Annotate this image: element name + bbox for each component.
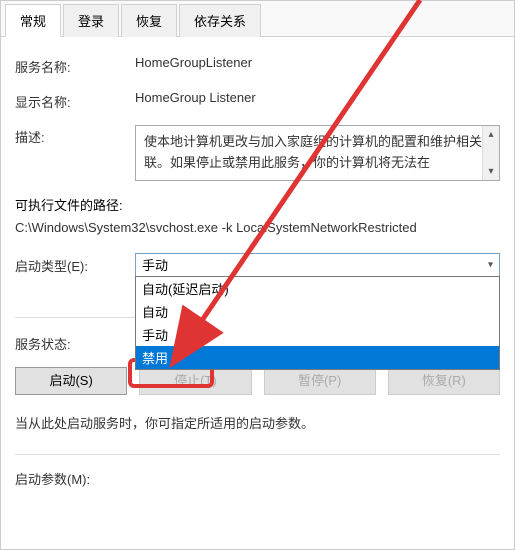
option-auto[interactable]: 自动 xyxy=(136,300,499,323)
description-text: 使本地计算机更改与加入家庭组的计算机的配置和维护相关联。如果停止或禁用此服务，你… xyxy=(144,134,482,170)
service-control-buttons: 启动(S) 停止(T) 暂停(P) 恢复(R) xyxy=(15,367,500,395)
service-status-label: 服务状态: xyxy=(15,332,135,353)
option-manual[interactable]: 手动 xyxy=(136,323,499,346)
exe-path-value: C:\Windows\System32\svchost.exe -k Local… xyxy=(15,220,500,235)
display-name-label: 显示名称: xyxy=(15,90,135,111)
option-disabled[interactable]: 禁用 xyxy=(136,346,499,369)
tab-general[interactable]: 常规 xyxy=(5,4,61,37)
startup-type-label: 启动类型(E): xyxy=(15,254,135,275)
scroll-up-icon[interactable]: ▴ xyxy=(483,126,499,143)
stop-button: 停止(T) xyxy=(139,367,251,395)
startup-type-dropdown: 自动(延迟启动) 自动 手动 禁用 xyxy=(135,276,500,370)
tab-recovery[interactable]: 恢复 xyxy=(121,4,177,37)
option-auto-delayed[interactable]: 自动(延迟启动) xyxy=(136,277,499,300)
tab-logon[interactable]: 登录 xyxy=(63,4,119,37)
properties-content: 服务名称: HomeGroupListener 显示名称: HomeGroup … xyxy=(1,37,514,512)
startup-type-value: 手动 xyxy=(142,255,168,274)
start-params-label: 启动参数(M): xyxy=(15,467,135,488)
description-box: 使本地计算机更改与加入家庭组的计算机的配置和维护相关联。如果停止或禁用此服务，你… xyxy=(135,125,500,181)
start-button[interactable]: 启动(S) xyxy=(15,367,127,395)
exe-path-label: 可执行文件的路径: xyxy=(15,195,500,214)
footnote-text: 当从此处启动服务时，你可指定所适用的启动参数。 xyxy=(15,413,500,432)
service-properties-window: 常规 登录 恢复 依存关系 服务名称: HomeGroupListener 显示… xyxy=(0,0,515,550)
scroll-down-icon[interactable]: ▾ xyxy=(483,163,499,180)
display-name-value: HomeGroup Listener xyxy=(135,90,500,105)
pause-button: 暂停(P) xyxy=(264,367,376,395)
startup-type-select[interactable]: 手动 ▾ 自动(延迟启动) 自动 手动 禁用 xyxy=(135,253,500,277)
description-label: 描述: xyxy=(15,125,135,146)
tab-bar: 常规 登录 恢复 依存关系 xyxy=(1,1,514,37)
bottom-divider xyxy=(15,454,500,455)
service-name-label: 服务名称: xyxy=(15,55,135,76)
tab-dependencies[interactable]: 依存关系 xyxy=(179,4,261,37)
description-scrollbar[interactable]: ▴ ▾ xyxy=(482,126,499,180)
resume-button: 恢复(R) xyxy=(388,367,500,395)
chevron-down-icon: ▾ xyxy=(488,259,493,270)
service-name-value: HomeGroupListener xyxy=(135,55,500,70)
